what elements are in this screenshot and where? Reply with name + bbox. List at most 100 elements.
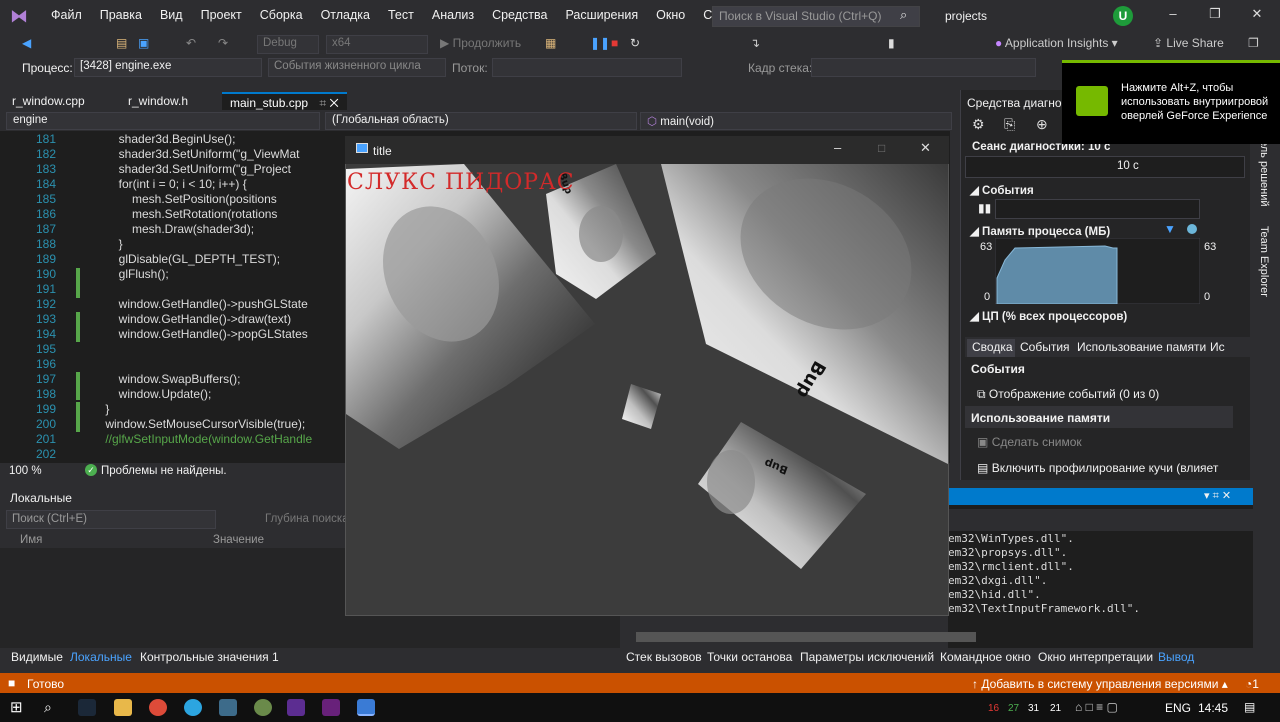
- feedback-icon[interactable]: ❐: [1248, 36, 1259, 50]
- menu-window[interactable]: Окно: [647, 8, 694, 22]
- tab-call-stack[interactable]: Стек вызовов: [626, 650, 702, 664]
- app-icon[interactable]: [219, 699, 237, 716]
- timeline[interactable]: [965, 156, 1245, 178]
- show-events-link[interactable]: ⧉ Отображение событий (0 из 0): [977, 387, 1159, 402]
- scope-select[interactable]: (Глобальная область): [325, 112, 637, 130]
- tab-exceptions[interactable]: Параметры исключений: [800, 650, 934, 664]
- code-line[interactable]: mesh.SetRotation(rotations: [92, 207, 277, 221]
- tab-memory-usage[interactable]: Использование памяти: [1077, 340, 1206, 354]
- output-menu-icon[interactable]: ▾ ⌗ ✕: [1204, 489, 1231, 503]
- column-name[interactable]: Имя: [20, 534, 42, 546]
- menu-debug[interactable]: Отладка: [312, 8, 379, 22]
- clock[interactable]: 14:45: [1198, 701, 1228, 715]
- tab-autos[interactable]: Видимые: [11, 650, 63, 664]
- tray-icons[interactable]: ⌂ □ ≡ ▢: [1075, 700, 1118, 714]
- user-avatar[interactable]: U: [1113, 6, 1133, 26]
- tab-close-icon[interactable]: ✕: [330, 96, 339, 110]
- restart-icon[interactable]: ↻: [630, 36, 640, 50]
- windows-start-icon[interactable]: ⊞: [10, 698, 23, 716]
- menu-analyze[interactable]: Анализ: [423, 8, 483, 22]
- continue-button[interactable]: ▶ Продолжить: [440, 36, 521, 50]
- step-icon[interactable]: ↴: [750, 36, 760, 50]
- column-value[interactable]: Значение: [213, 534, 264, 546]
- code-line[interactable]: }: [92, 237, 123, 251]
- notifications-icon[interactable]: ◔1: [1245, 677, 1259, 691]
- code-line[interactable]: shader3d.SetUniform("g_Project: [92, 162, 291, 176]
- search-input[interactable]: Поиск в Visual Studio (Ctrl+Q): [712, 6, 920, 27]
- lifecycle-select[interactable]: События жизненного цикла: [268, 58, 446, 77]
- process-icon[interactable]: ▦: [545, 36, 556, 50]
- tab-cpu[interactable]: Ис: [1210, 340, 1225, 354]
- stack-frame-select[interactable]: [811, 58, 1036, 77]
- cpu-section[interactable]: ◢ ЦП (% всех процессоров): [970, 309, 1127, 323]
- code-line[interactable]: glFlush();: [92, 267, 169, 281]
- menu-test[interactable]: Тест: [379, 8, 423, 22]
- process-select[interactable]: [3428] engine.exe: [74, 58, 262, 77]
- code-line[interactable]: shader3d.BeginUse();: [92, 132, 236, 146]
- code-line[interactable]: window.Update();: [92, 387, 212, 401]
- code-line[interactable]: glDisable(GL_DEPTH_TEST);: [92, 252, 280, 266]
- pause-icon[interactable]: ❚❚: [590, 36, 610, 50]
- code-line[interactable]: window.GetHandle()->pushGLState: [92, 297, 308, 311]
- issues-status[interactable]: Проблемы не найдены.: [101, 465, 227, 477]
- tab-summary[interactable]: Сводка: [972, 340, 1013, 354]
- code-line[interactable]: //glfwSetInputMode(window.GetHandle: [92, 432, 312, 446]
- code-line[interactable]: }: [92, 402, 109, 416]
- code-line[interactable]: for(int i = 0; i < 10; i++) {: [92, 177, 247, 191]
- function-select[interactable]: ⬡ main(void): [640, 112, 952, 130]
- visual-studio-taskbar-icon[interactable]: [287, 699, 305, 716]
- tab-events[interactable]: События: [1020, 340, 1070, 354]
- code-line[interactable]: window.GetHandle()->draw(text): [92, 312, 291, 326]
- app-insights-button[interactable]: ● Application Insights ▾: [995, 36, 1118, 50]
- redo-icon[interactable]: ↷: [218, 36, 228, 50]
- tab-command[interactable]: Командное окно: [940, 650, 1031, 664]
- output-scrollbar[interactable]: [636, 632, 976, 642]
- zoom-in-icon[interactable]: ⊕: [1036, 116, 1048, 133]
- platform-select[interactable]: x64: [326, 35, 428, 54]
- zoom-level[interactable]: 100 %: [9, 465, 42, 477]
- pause-events-icon[interactable]: ▮▮: [978, 201, 991, 215]
- menu-build[interactable]: Сборка: [251, 8, 312, 22]
- tab-r-window-h[interactable]: r_window.h: [120, 92, 196, 110]
- pin-icon[interactable]: ⌗: [319, 96, 326, 110]
- solution-explorer-tab[interactable]: ель решений: [1258, 140, 1270, 207]
- restore-icon[interactable]: ❐: [1205, 6, 1225, 22]
- language-indicator[interactable]: ENG: [1165, 701, 1191, 715]
- menu-tools[interactable]: Средства: [483, 8, 556, 22]
- action-center-icon[interactable]: ▤: [1244, 700, 1255, 714]
- memory-section[interactable]: ◢ Память процесса (МБ): [970, 224, 1110, 238]
- back-icon[interactable]: ◀: [22, 36, 31, 50]
- code-line[interactable]: shader3d.SetUniform("g_ViewMat: [92, 147, 300, 161]
- config-select[interactable]: Debug: [257, 35, 319, 54]
- app-icon[interactable]: [254, 699, 272, 716]
- tab-breakpoints[interactable]: Точки останова: [707, 650, 792, 664]
- tab-main-stub-cpp[interactable]: main_stub.cpp ⌗ ✕: [222, 92, 347, 110]
- events-section[interactable]: ◢ События: [970, 183, 1034, 197]
- open-folder-icon[interactable]: ▤: [116, 36, 127, 50]
- game-minimize-icon[interactable]: –: [834, 140, 841, 155]
- search-icon[interactable]: ⌕: [900, 7, 907, 23]
- menu-edit[interactable]: Правка: [91, 8, 151, 22]
- add-source-control[interactable]: ↑ Добавить в систему управления версиями…: [972, 677, 1228, 691]
- menu-file[interactable]: Файл: [42, 8, 91, 22]
- settings-icon[interactable]: ⚙: [972, 116, 985, 133]
- close-icon[interactable]: ✕: [1247, 6, 1267, 22]
- bookmark-icon[interactable]: ▮: [888, 36, 895, 50]
- tab-r-window-cpp[interactable]: r_window.cpp: [4, 92, 93, 110]
- heap-profiling-button[interactable]: ▤ Включить профилирование кучи (влияет н…: [977, 461, 1222, 475]
- thread-select[interactable]: [492, 58, 682, 77]
- live-share-button[interactable]: ⇪ Live Share: [1153, 36, 1224, 50]
- export-icon[interactable]: ⎘: [1004, 116, 1015, 133]
- code-line[interactable]: window.SwapBuffers();: [92, 372, 241, 386]
- code-line[interactable]: mesh.SetPosition(positions: [92, 192, 277, 206]
- code-line[interactable]: mesh.Draw(shader3d);: [92, 222, 254, 236]
- file-explorer-icon[interactable]: [114, 699, 132, 716]
- minimize-icon[interactable]: –: [1163, 6, 1183, 21]
- tab-watch[interactable]: Контрольные значения 1: [140, 650, 279, 664]
- code-line[interactable]: window.SetMouseCursorVisible(true);: [92, 417, 305, 431]
- stop-icon[interactable]: ■: [611, 36, 618, 50]
- code-line[interactable]: window.GetHandle()->popGLStates: [92, 327, 308, 341]
- take-snapshot-button[interactable]: ▣ Сделать снимок: [977, 435, 1082, 449]
- game-maximize-icon[interactable]: □: [878, 141, 885, 155]
- undo-icon[interactable]: ↶: [186, 36, 196, 50]
